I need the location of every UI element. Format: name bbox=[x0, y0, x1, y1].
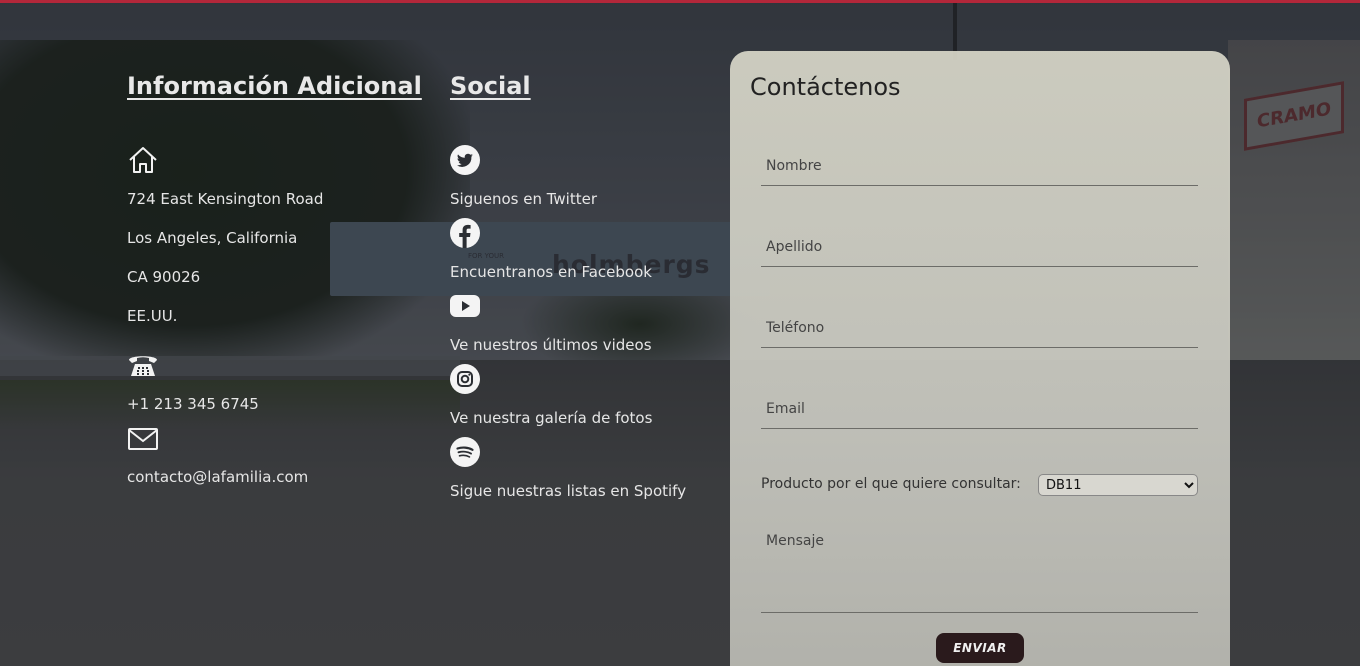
social-link-spotify[interactable]: Sigue nuestras listas en Spotify bbox=[450, 482, 686, 500]
contact-title: Contáctenos bbox=[750, 73, 901, 101]
telefono-field-wrapper bbox=[761, 308, 1198, 348]
social-link-facebook[interactable]: Encuentranos en Facebook bbox=[450, 263, 652, 281]
top-accent-bar bbox=[0, 0, 1360, 3]
info-column: Información Adicional 724 East Kensingto… bbox=[127, 72, 427, 486]
nombre-input[interactable] bbox=[761, 146, 1198, 185]
social-column: Social Siguenos en Twitter Encuentranos … bbox=[450, 72, 720, 500]
product-select-row: Producto por el que quiere consultar: DB… bbox=[761, 474, 1198, 498]
email-field-wrapper bbox=[761, 389, 1198, 429]
mail-icon bbox=[127, 427, 159, 455]
info-title: Información Adicional bbox=[127, 72, 422, 100]
nombre-field-wrapper bbox=[761, 146, 1198, 186]
apellido-field-wrapper bbox=[761, 227, 1198, 267]
address-line-1: 724 East Kensington Road bbox=[127, 190, 324, 208]
product-select-label: Producto por el que quiere consultar: bbox=[761, 476, 1021, 492]
email-address[interactable]: contacto@lafamilia.com bbox=[127, 468, 308, 486]
enviar-button[interactable]: ENVIAR bbox=[936, 633, 1024, 663]
product-select[interactable]: DB11 bbox=[1038, 474, 1198, 496]
mensaje-field-wrapper bbox=[761, 533, 1198, 613]
phone-icon bbox=[127, 352, 159, 382]
address-line-4: EE.UU. bbox=[127, 307, 178, 325]
social-link-instagram[interactable]: Ve nuestra galería de fotos bbox=[450, 409, 652, 427]
phone-number: +1 213 345 6745 bbox=[127, 395, 259, 413]
address-line-3: CA 90026 bbox=[127, 268, 201, 286]
contact-form-card: Contáctenos Producto por el que quiere c… bbox=[730, 51, 1230, 666]
social-link-twitter[interactable]: Siguenos en Twitter bbox=[450, 190, 597, 208]
home-icon bbox=[127, 144, 159, 180]
telefono-input[interactable] bbox=[761, 308, 1198, 347]
spotify-icon[interactable] bbox=[450, 437, 480, 471]
facebook-icon[interactable] bbox=[450, 218, 480, 252]
email-input[interactable] bbox=[761, 389, 1198, 428]
apellido-input[interactable] bbox=[761, 227, 1198, 266]
social-title: Social bbox=[450, 72, 531, 100]
instagram-icon[interactable] bbox=[450, 364, 480, 398]
social-link-youtube[interactable]: Ve nuestros últimos videos bbox=[450, 336, 652, 354]
mensaje-textarea[interactable] bbox=[761, 533, 1198, 612]
youtube-icon[interactable] bbox=[450, 295, 480, 321]
twitter-icon[interactable] bbox=[450, 145, 480, 179]
address-line-2: Los Angeles, California bbox=[127, 229, 298, 247]
